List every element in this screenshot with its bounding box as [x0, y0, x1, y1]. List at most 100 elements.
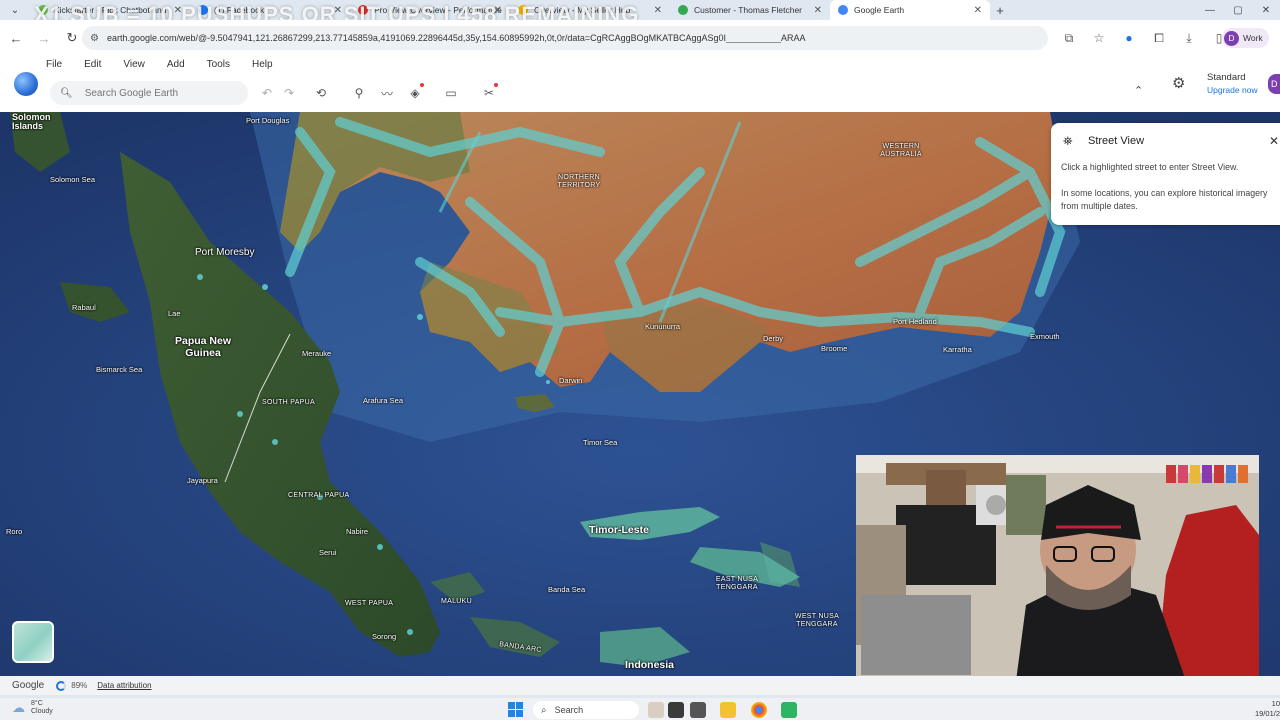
label-arafura-sea: Arafura Sea — [363, 396, 404, 405]
taskbar-app-copilot-icon[interactable] — [648, 702, 664, 718]
browser-tab-1[interactable]: Kickstarter - Pick Chatbot and ✕ — [30, 0, 190, 20]
undo-icon[interactable]: ↶ — [256, 82, 278, 104]
tab-favicon-icon — [198, 5, 208, 15]
menu-help[interactable]: Help — [252, 59, 273, 70]
webcam-overlay — [856, 455, 1259, 681]
close-icon[interactable]: ✕ — [1269, 134, 1279, 148]
tab-close-icon[interactable]: ✕ — [974, 5, 982, 16]
label-indonesia: Indonesia — [625, 659, 675, 671]
weather-widget[interactable]: ☁ 8°C Cloudy — [12, 700, 53, 716]
tab-favicon-icon — [838, 5, 848, 15]
earth-search-input[interactable] — [84, 87, 235, 99]
browser-tab-google-earth[interactable]: Google Earth ✕ — [830, 0, 990, 20]
extension-icon[interactable]: ● — [1118, 26, 1140, 50]
close-window-icon[interactable]: ✕ — [1252, 0, 1280, 20]
tab-close-icon[interactable]: ✕ — [494, 5, 502, 16]
taskbar-app-task-view-icon[interactable] — [668, 702, 684, 718]
taskbar-search[interactable]: ⌕ Search — [533, 701, 639, 719]
add-path-icon[interactable]: 〰 — [376, 82, 398, 104]
tab-close-icon[interactable]: ✕ — [334, 5, 342, 16]
taskbar-app-store-icon[interactable] — [781, 702, 797, 718]
label-port-douglas: Port Douglas — [246, 116, 290, 125]
tab-close-icon[interactable]: ✕ — [174, 5, 182, 16]
taskbar-app-chrome-icon[interactable] — [751, 702, 767, 718]
weather-condition: Cloudy — [31, 708, 53, 716]
historical-imagery-icon[interactable]: ⟲ — [310, 82, 332, 104]
label-west-papua: WEST PAPUA — [345, 600, 394, 607]
label-derby: Derby — [763, 334, 784, 343]
label-west-nusa-tenggara: WEST NUSA TENGGARA — [794, 613, 840, 629]
add-placemark-icon[interactable]: ⚲ — [348, 82, 370, 104]
tab-label: Overview - My Seller Hub — [534, 5, 631, 15]
label-karratha: Karratha — [943, 345, 972, 354]
maximize-icon[interactable]: ▢ — [1224, 0, 1252, 20]
tab-label: Kickstarter - Pick Chatbot and — [54, 5, 167, 15]
layers-icon[interactable]: ◈ — [404, 82, 426, 104]
redo-icon[interactable]: ↷ — [278, 82, 300, 104]
attribution-bar: Google 89% Data attribution — [0, 676, 1280, 695]
browser-tabstrip: ⌄ Kickstarter - Pick Chatbot and ✕ (1) F… — [0, 0, 1280, 20]
browser-navbar: ← → ↻ ⚙ earth.google.com/web/@-9.5047941… — [0, 20, 1280, 56]
street-view-title: Street View — [1088, 135, 1145, 147]
new-tab-button[interactable]: + — [990, 3, 1010, 18]
tab-close-icon[interactable]: ✕ — [654, 5, 662, 16]
new-badge — [420, 83, 424, 87]
label-lae: Lae — [168, 309, 181, 318]
menu-tools[interactable]: Tools — [207, 59, 230, 70]
google-earth-logo-icon[interactable] — [14, 72, 38, 96]
measure-icon[interactable]: ▭ — [440, 82, 462, 104]
browser-tab-2[interactable]: (1) Facebook ✕ — [190, 0, 350, 20]
address-bar[interactable]: ⚙ earth.google.com/web/@-9.5047941,121.2… — [82, 26, 1048, 50]
taskbar-app-terminal-icon[interactable] — [690, 702, 706, 718]
tab-close-icon[interactable]: ✕ — [814, 5, 822, 16]
label-serui: Serui — [319, 548, 337, 557]
browser-tab-4[interactable]: Overview - My Seller Hub ✕ — [510, 0, 670, 20]
install-app-icon[interactable]: ⧉ — [1058, 26, 1080, 50]
windows-start-icon[interactable] — [508, 702, 523, 717]
menu-add[interactable]: Add — [167, 59, 185, 70]
street-view-text-1: Click a highlighted street to enter Stre… — [1061, 162, 1239, 172]
browser-tab-3[interactable]: Pro View Overview - Performance ✕ — [350, 0, 510, 20]
street-view-pegman-icon: ⛯ — [1063, 134, 1073, 148]
menu-edit[interactable]: Edit — [84, 59, 101, 70]
tab-favicon-icon — [518, 5, 528, 15]
label-south-papua: SOUTH PAPUA — [262, 399, 315, 406]
data-attribution-link[interactable]: Data attribution — [97, 681, 151, 690]
reload-icon[interactable]: ↻ — [60, 26, 84, 50]
taskbar-clock[interactable]: 10 19/01/2 — [1240, 699, 1280, 719]
earth-header: File Edit View Add Tools Help 🔍︎ ↶ ↷ ⟲ ⚲… — [0, 56, 1280, 112]
tab-search-icon[interactable]: ⌄ — [0, 0, 30, 20]
browser-tab-5[interactable]: Customer - Thomas Fletcher ✕ — [670, 0, 830, 20]
label-sorong: Sorong — [372, 632, 397, 641]
earth-toolbar: ↶ ↷ ⟲ ⚲ 〰 ◈ ▭ ✂ — [256, 82, 500, 104]
loading-progress: 89% — [71, 681, 88, 690]
taskbar-app-file-explorer-icon[interactable] — [720, 702, 736, 718]
settings-gear-icon[interactable]: ⚙ — [1172, 74, 1185, 92]
download-icon[interactable]: ⤓ — [1178, 26, 1200, 50]
earth-menubar: File Edit View Add Tools Help — [46, 59, 295, 70]
label-solomon-sea: Solomon Sea — [50, 175, 96, 184]
menu-file[interactable]: File — [46, 59, 62, 70]
tools-icon[interactable]: ✂ — [478, 82, 500, 104]
back-icon[interactable]: ← — [4, 26, 28, 50]
label-exmouth: Exmouth — [1030, 332, 1060, 341]
extensions-puzzle-icon[interactable]: ⧠ — [1148, 26, 1170, 50]
upgrade-link[interactable]: Upgrade now — [1207, 85, 1258, 95]
account-avatar[interactable]: D — [1268, 74, 1280, 94]
profile-chip[interactable]: D Work — [1222, 28, 1269, 48]
site-info-icon[interactable]: ⚙ — [90, 33, 99, 44]
label-timor-sea: Timor Sea — [583, 438, 618, 447]
street-view-panel: ⛯ Street View ✕ Click a highlighted stre… — [1051, 123, 1280, 225]
street-view-text-2: In some locations, you can explore histo… — [1061, 188, 1268, 211]
forward-icon[interactable]: → — [32, 26, 56, 50]
earth-search: 🔍︎ — [50, 81, 248, 105]
label-western-australia: WESTERN AUSTRALIA — [880, 143, 922, 159]
menu-view[interactable]: View — [123, 59, 145, 70]
label-darwin: Darwin — [559, 376, 583, 385]
map-style-button[interactable] — [12, 621, 54, 663]
collapse-toolbar-icon[interactable]: ⌃ — [1134, 84, 1143, 97]
bookmark-star-icon[interactable]: ☆ — [1088, 26, 1110, 50]
windows-taskbar — [0, 698, 1280, 720]
minimize-icon[interactable]: — — [1196, 0, 1224, 20]
label-central-papua: CENTRAL PAPUA — [288, 492, 350, 499]
